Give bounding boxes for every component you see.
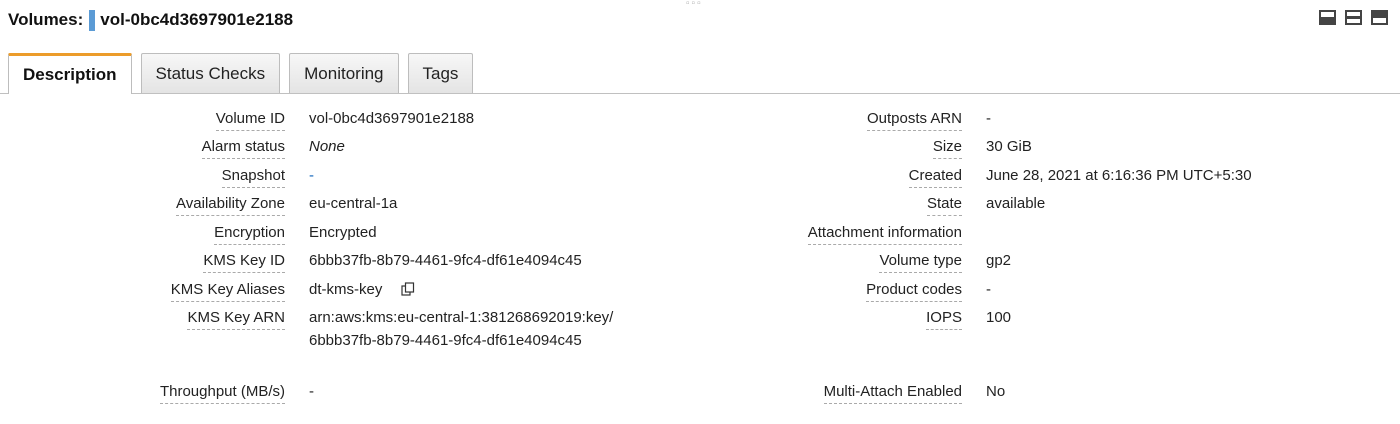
page-header: Volumes: vol-0bc4d3697901e2188 [8, 8, 293, 32]
detail-label: Volume type [879, 252, 962, 273]
detail-row-multi-attach: Multi-Attach Enabled No [0, 380, 1006, 404]
resource-type-label: Volumes: [8, 10, 84, 29]
detail-value-product-codes: - [986, 281, 991, 298]
detail-tabs: Description Status Checks Monitoring Tag… [8, 53, 482, 94]
detail-label: Outposts ARN [866, 110, 962, 131]
detail-row-attachment-information: Attachment information [0, 221, 986, 245]
detail-row-created: Created June 28, 2021 at 6:16:36 PM UTC+… [0, 164, 1252, 188]
detail-row-outposts-arn: Outposts ARN - [0, 107, 991, 131]
detail-value-volume-type: gp2 [986, 252, 1012, 269]
pane-bottom-icon[interactable] [1319, 10, 1336, 25]
tab-monitoring[interactable]: Monitoring [289, 53, 399, 93]
detail-value-size: 30 GiB [986, 138, 1032, 155]
detail-value-state: available [986, 195, 1046, 212]
detail-value-outposts-arn: - [986, 110, 991, 127]
detail-row-state: State available [0, 192, 1046, 216]
tab-description[interactable]: Description [8, 53, 132, 94]
detail-value-created: June 28, 2021 at 6:16:36 PM UTC+5:30 [986, 167, 1252, 184]
detail-row-size: Size 30 GiB [0, 135, 1032, 159]
detail-value-multi-attach: No [986, 383, 1006, 400]
header-volume-id: vol-0bc4d3697901e2188 [100, 10, 294, 29]
volume-marker [89, 9, 96, 31]
tab-status-checks[interactable]: Status Checks [140, 53, 281, 93]
detail-label: Multi-Attach Enabled [823, 383, 962, 404]
detail-row-product-codes: Product codes - [0, 278, 991, 302]
detail-label: State [926, 195, 962, 216]
resize-grip-icon[interactable]: ▫▫▫ [686, 0, 703, 9]
detail-label: Created [908, 167, 962, 188]
detail-label: IOPS [926, 309, 962, 330]
detail-label: Product codes [866, 281, 962, 302]
detail-label: Size [932, 138, 962, 159]
description-panel: Volume ID vol-0bc4d3697901e2188 Alarm st… [0, 94, 1400, 424]
tab-tags[interactable]: Tags [407, 53, 474, 93]
detail-value-iops: 100 [986, 309, 1012, 326]
detail-row-iops: IOPS 100 [0, 306, 1012, 330]
pane-split-icon[interactable] [1345, 10, 1362, 25]
detail-label: Attachment information [807, 224, 962, 245]
pane-layout-controls [1319, 10, 1388, 25]
detail-row-volume-type: Volume type gp2 [0, 249, 1012, 273]
pane-top-icon[interactable] [1371, 10, 1388, 25]
